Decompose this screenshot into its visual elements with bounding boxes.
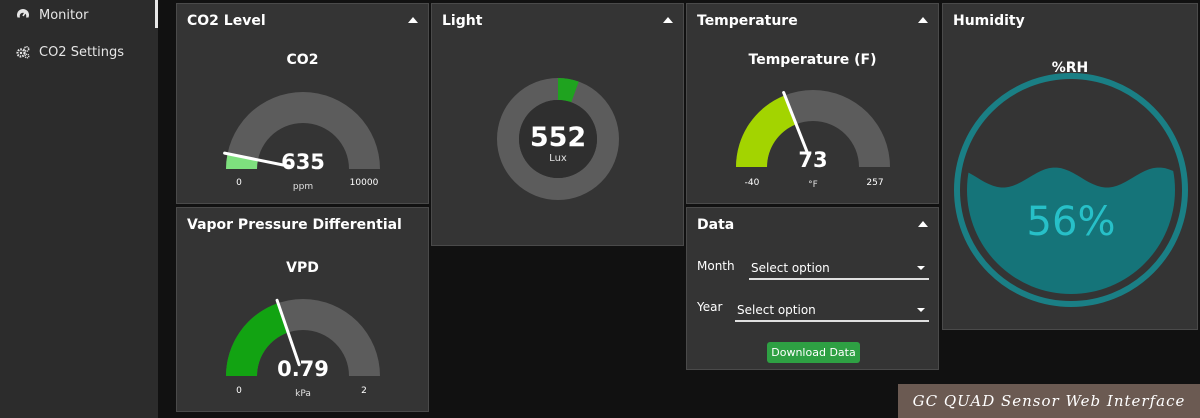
gauge-min: -40 [745, 178, 760, 188]
gauge-value: 635 [281, 150, 325, 174]
year-select[interactable]: Select option [735, 298, 929, 322]
light-card: Light 552 Lux [431, 3, 684, 246]
humidity-gauge: 56% [954, 73, 1188, 307]
data-card: Data Month Select option Year Select opt… [686, 207, 939, 370]
gauge-value: 552 [530, 122, 586, 153]
caret-down-icon [917, 266, 925, 270]
humidity-card: Humidity %RH 56% [942, 3, 1198, 330]
gauge-unit: °F [808, 180, 818, 190]
download-data-button[interactable]: Download Data [767, 342, 860, 363]
gauge-max: 257 [866, 178, 883, 188]
gauge-min: 0 [236, 386, 242, 396]
gauge-unit: ppm [293, 182, 313, 192]
month-select[interactable]: Select option [749, 256, 929, 280]
caret-down-icon [917, 308, 925, 312]
dashboard-icon [16, 8, 32, 22]
gauge-value: 73 [798, 148, 827, 172]
temperature-card: Temperature Temperature (F) 73 °F -40 25… [686, 3, 939, 204]
caption-banner: GC QUAD Sensor Web Interface [898, 384, 1200, 418]
gauge-unit: Lux [549, 153, 567, 164]
gauge-max: 10000 [350, 178, 379, 188]
temperature-gauge: 73 °F -40 257 [736, 90, 890, 190]
gauge-value: 56% [1027, 199, 1116, 245]
sidebar-item-co2-settings[interactable]: CO2 Settings [0, 35, 158, 69]
sidebar: Monitor CO2 Settings [0, 0, 158, 418]
gauge-fill [736, 95, 797, 167]
year-select-value: Select option [737, 303, 816, 317]
sidebar-item-label: CO2 Settings [39, 44, 125, 60]
light-gauge: 552 Lux [497, 78, 619, 200]
month-label: Month [697, 259, 735, 273]
gauge-max: 2 [361, 386, 367, 396]
co2-gauge: 635 ppm 0 10000 [223, 92, 380, 192]
collapse-arrow-icon[interactable] [918, 221, 928, 227]
sidebar-item-label: Monitor [39, 7, 89, 23]
gauge-min: 0 [236, 178, 242, 188]
donut-fill [557, 78, 579, 103]
gears-icon [16, 45, 32, 59]
vpd-card: Vapor Pressure Differential VPD 0.79 kPa… [176, 207, 429, 412]
card-title: Data [697, 217, 735, 233]
vpd-gauge: 0.79 kPa 0 2 [226, 298, 380, 399]
gauge-unit: kPa [295, 389, 311, 399]
caption-text: GC QUAD Sensor Web Interface [912, 392, 1186, 410]
gauge-value: 0.79 [277, 357, 329, 381]
active-indicator [155, 0, 158, 28]
co2-card: CO2 Level CO2 635 ppm 0 10000 [176, 3, 429, 204]
year-label: Year [697, 300, 723, 314]
sidebar-item-monitor[interactable]: Monitor [0, 0, 158, 32]
month-select-value: Select option [751, 261, 830, 275]
